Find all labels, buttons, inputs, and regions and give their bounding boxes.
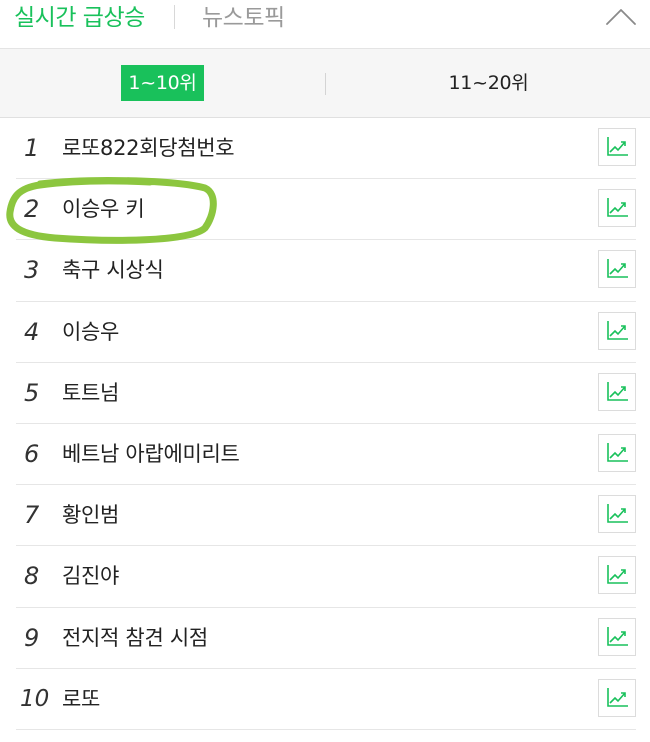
rank-number: 6 (24, 439, 40, 468)
rank-keyword[interactable]: 로또822회당첨번호 (62, 118, 235, 178)
trending-list: 1 로또822회당첨번호 2 이승우 키 3 축구 시상식 4 이승우 5 토트… (0, 118, 650, 730)
trend-chart-button[interactable] (598, 617, 636, 656)
trend-chart-icon (607, 687, 628, 707)
rank-number: 2 (24, 195, 40, 224)
tab-rank-1-10[interactable]: 1~10위 (0, 49, 325, 117)
trend-chart-icon (607, 565, 628, 585)
rank-keyword[interactable]: 축구 시상식 (62, 240, 164, 300)
list-item[interactable]: 8 김진야 (16, 546, 636, 608)
tab-realtime-trending[interactable]: 실시간 급상승 (14, 3, 145, 33)
list-item[interactable]: 6 베트남 아랍에미리트 (16, 424, 636, 486)
rank-keyword[interactable]: 이승우 키 (62, 179, 145, 239)
trend-chart-icon (607, 137, 628, 156)
trend-chart-icon (607, 381, 628, 401)
trend-chart-button[interactable] (598, 556, 636, 595)
rank-number: 1 (24, 134, 40, 162)
rank-number: 5 (24, 378, 40, 407)
tab-rank-11-20-label: 11~20위 (448, 72, 529, 94)
trend-chart-button[interactable] (598, 311, 636, 350)
rank-number: 8 (24, 562, 40, 591)
header: 실시간 급상승 뉴스토픽 (0, 0, 650, 49)
list-item[interactable]: 5 토트넘 (16, 363, 636, 424)
rank-keyword[interactable]: 베트남 아랍에미리트 (62, 424, 240, 484)
list-item[interactable]: 7 황인범 (16, 485, 636, 547)
rank-number: 9 (24, 623, 40, 652)
trend-chart-icon (607, 504, 628, 523)
rank-keyword[interactable]: 황인범 (62, 485, 119, 545)
rank-number: 3 (24, 256, 40, 285)
trend-chart-icon (607, 442, 628, 462)
rank-keyword[interactable]: 이승우 (62, 302, 119, 362)
trend-chart-icon (607, 259, 628, 279)
rank-keyword[interactable]: 김진야 (62, 546, 119, 606)
trend-chart-button[interactable] (598, 189, 636, 228)
rank-number: 10 (20, 685, 50, 712)
rank-keyword[interactable]: 전지적 참견 시점 (62, 608, 208, 668)
trend-chart-button[interactable] (598, 678, 636, 717)
list-item[interactable]: 10 로또 (16, 669, 636, 730)
list-item[interactable]: 9 전지적 참견 시점 (16, 608, 636, 669)
chevron-up-icon (606, 9, 636, 25)
collapse-button[interactable] (604, 4, 638, 28)
rank-number: 4 (24, 317, 40, 346)
header-divider (174, 5, 175, 29)
rank-number: 7 (24, 501, 40, 530)
trend-chart-button[interactable] (598, 433, 636, 472)
tab-news-topic[interactable]: 뉴스토픽 (202, 3, 285, 33)
rank-range-tabs: 1~10위 11~20위 (0, 49, 650, 118)
rank-keyword[interactable]: 토트넘 (62, 363, 119, 423)
trend-chart-button[interactable] (598, 128, 636, 166)
trend-chart-button[interactable] (598, 495, 636, 534)
trend-chart-icon (607, 198, 628, 217)
rank-keyword[interactable]: 로또 (62, 669, 100, 729)
trend-chart-button[interactable] (598, 372, 636, 411)
list-item[interactable]: 2 이승우 키 (16, 179, 636, 241)
tab-rank-1-10-label: 1~10위 (121, 65, 204, 101)
trend-chart-icon (607, 320, 628, 340)
trend-chart-button[interactable] (598, 250, 636, 289)
list-item[interactable]: 3 축구 시상식 (16, 240, 636, 302)
list-item[interactable]: 1 로또822회당첨번호 (16, 118, 636, 180)
trend-chart-icon (607, 626, 628, 646)
list-item[interactable]: 4 이승우 (16, 302, 636, 363)
tab-rank-11-20[interactable]: 11~20위 (326, 49, 650, 117)
